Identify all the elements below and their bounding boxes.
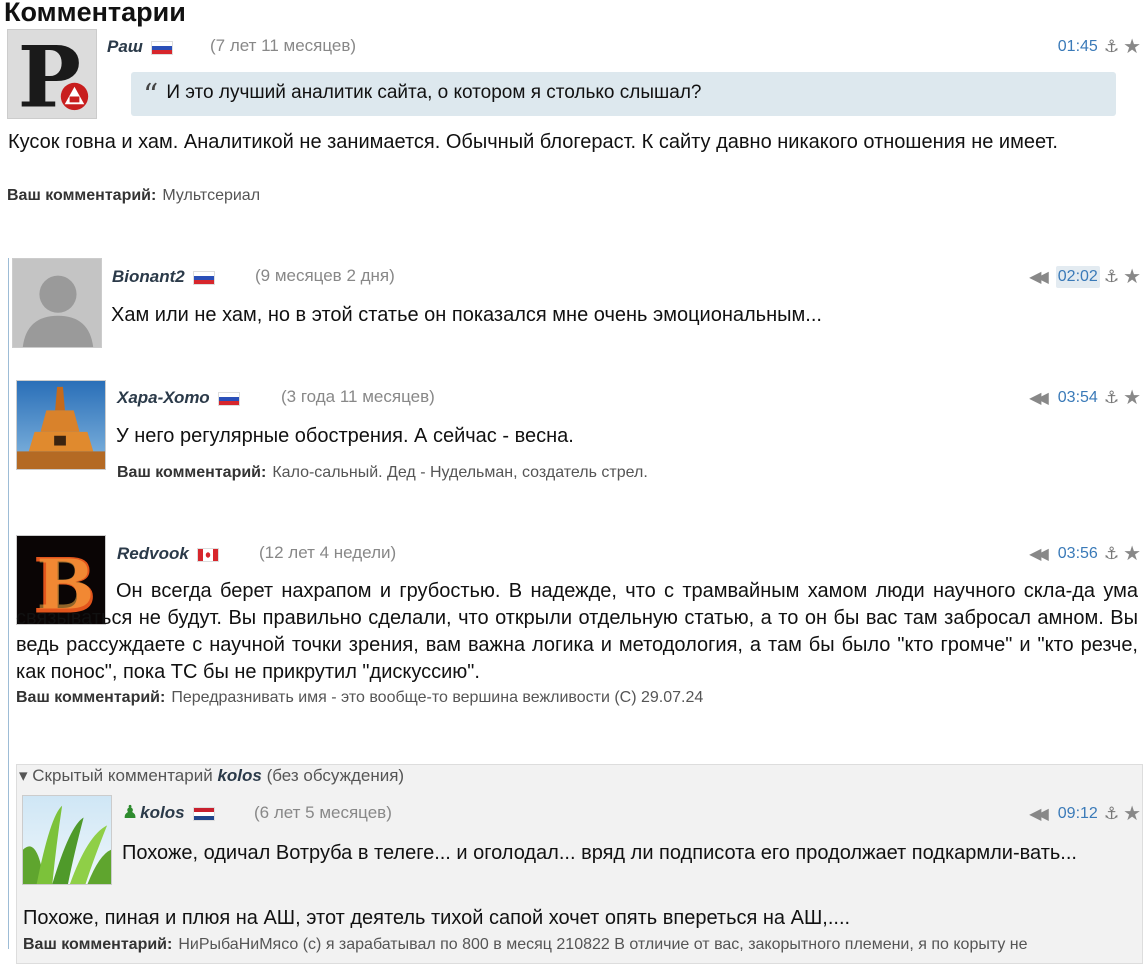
- reply-parent-icon[interactable]: ◀◀: [1029, 804, 1048, 824]
- star-icon[interactable]: ★: [1123, 544, 1141, 564]
- comment-time-link[interactable]: 03:56: [1056, 543, 1100, 565]
- comment-author[interactable]: ♟ kolos: [122, 802, 215, 823]
- user-icon: ♟: [122, 802, 139, 822]
- thread-line: [8, 258, 9, 949]
- quoted-text: “ И это лучший аналитик сайта, о котором …: [131, 72, 1116, 116]
- comment-tools: ◀◀ 02:02 ⚓ ★: [1029, 266, 1141, 288]
- user-signature: Ваш комментарий: НиРыбаНиМясо (с) я зараб…: [23, 936, 1028, 954]
- comment-time-link[interactable]: 02:02: [1055, 266, 1100, 288]
- author-name[interactable]: Раш: [107, 37, 143, 56]
- canada-flag-icon: [196, 547, 219, 562]
- author-name[interactable]: Хара-Хото: [117, 388, 210, 407]
- russia-flag-icon: [217, 391, 240, 406]
- comment-author[interactable]: Раш: [107, 37, 173, 57]
- comment-text-continued: Похоже, пиная и плюя на АШ, этот деятель…: [23, 907, 851, 929]
- comment-text: Он всегда берет нахрапом и грубостью. В …: [16, 580, 1138, 683]
- anchor-icon[interactable]: ⚓: [1104, 37, 1119, 57]
- comment-time-link[interactable]: 03:54: [1056, 387, 1100, 409]
- author-name[interactable]: kolos: [140, 803, 184, 822]
- quote-icon: “: [143, 78, 159, 113]
- comment-tools: ◀◀ 03:56 ⚓ ★: [1029, 543, 1141, 565]
- signature-label: Ваш комментарий:: [117, 464, 267, 481]
- comment-tools: ◀◀ 03:54 ⚓ ★: [1029, 387, 1141, 409]
- member-age: (7 лет 11 месяцев): [210, 36, 357, 55]
- quote-text: И это лучший аналитик сайта, о котором я…: [166, 82, 702, 103]
- reply-parent-icon[interactable]: ◀◀: [1029, 388, 1048, 408]
- avatar[interactable]: [12, 258, 102, 348]
- signature-label: Ваш комментарий:: [23, 936, 173, 953]
- hidden-summary-label: Скрытый комментарий: [32, 766, 213, 785]
- collapse-triangle-icon: ▾: [19, 766, 28, 785]
- user-signature: Ваш комментарий: Передразнивать имя - это…: [16, 689, 703, 707]
- signature-text: Мультсериал: [162, 187, 261, 204]
- signature-text: Кало-сальный. Дед - Нудельман, создатель…: [272, 464, 648, 481]
- reply-parent-icon[interactable]: ◀◀: [1029, 544, 1048, 564]
- comment-text: Кусок говна и хам. Аналитикой не занимае…: [8, 131, 1058, 153]
- anchor-icon[interactable]: ⚓: [1104, 804, 1119, 824]
- signature-text: Передразнивать имя - это вообще-то верши…: [171, 689, 704, 706]
- member-age: (12 лет 4 недели): [259, 543, 397, 562]
- avatar[interactable]: [22, 795, 112, 885]
- comment-time-link[interactable]: 01:45: [1056, 36, 1100, 58]
- comment-text: Хам или не хам, но в этой статье он пока…: [111, 304, 822, 326]
- comment-tools: 01:45 ⚓ ★: [1056, 36, 1141, 58]
- author-name[interactable]: Redvook: [117, 544, 189, 563]
- member-age: (6 лет 5 месяцев): [254, 803, 392, 822]
- comment-author[interactable]: Хара-Хото: [117, 388, 240, 408]
- comment-author[interactable]: Bionant2: [112, 267, 215, 287]
- anchor-icon[interactable]: ⚓: [1104, 388, 1119, 408]
- hidden-summary-suffix: (без обсуждения): [266, 766, 405, 785]
- comment-text: У него регулярные обострения. А сейчас -…: [116, 425, 574, 447]
- signature-label: Ваш комментарий:: [16, 689, 166, 706]
- member-age: (9 месяцев 2 дня): [255, 266, 395, 285]
- comment-time-link[interactable]: 09:12: [1056, 803, 1100, 825]
- user-signature: Ваш комментарий: Кало-сальный. Дед - Нуде…: [117, 464, 648, 482]
- member-age: (3 года 11 месяцев): [281, 387, 435, 406]
- comment-text: Похоже, одичал Вотруба в телеге... и ого…: [122, 842, 1077, 864]
- comment-tools: ◀◀ 09:12 ⚓ ★: [1029, 803, 1141, 825]
- comment-author[interactable]: Redvook: [117, 544, 219, 564]
- netherlands-flag-icon: [192, 806, 215, 821]
- hidden-summary-name: kolos: [217, 766, 262, 785]
- signature-label: Ваш комментарий:: [7, 187, 157, 204]
- hidden-comment-toggle[interactable]: ▾ Скрытый комментарий kolos (без обсужде…: [19, 766, 404, 786]
- russia-flag-icon: [150, 40, 173, 55]
- author-name[interactable]: Bionant2: [112, 267, 185, 286]
- avatar[interactable]: P: [7, 29, 97, 119]
- anchor-icon[interactable]: ⚓: [1104, 267, 1119, 287]
- page-title: Комментарии: [4, 0, 186, 27]
- reply-parent-icon[interactable]: ◀◀: [1029, 267, 1048, 287]
- anchor-icon[interactable]: ⚓: [1104, 544, 1119, 564]
- signature-text: НиРыбаНиМясо (с) я зарабатывал по 800 в …: [178, 936, 1028, 953]
- star-icon[interactable]: ★: [1123, 267, 1141, 287]
- russia-flag-icon: [192, 270, 215, 285]
- avatar[interactable]: [16, 380, 106, 470]
- star-icon[interactable]: ★: [1123, 388, 1141, 408]
- star-icon[interactable]: ★: [1123, 804, 1141, 824]
- user-signature: Ваш комментарий: Мультсериал: [7, 187, 260, 205]
- star-icon[interactable]: ★: [1123, 37, 1141, 57]
